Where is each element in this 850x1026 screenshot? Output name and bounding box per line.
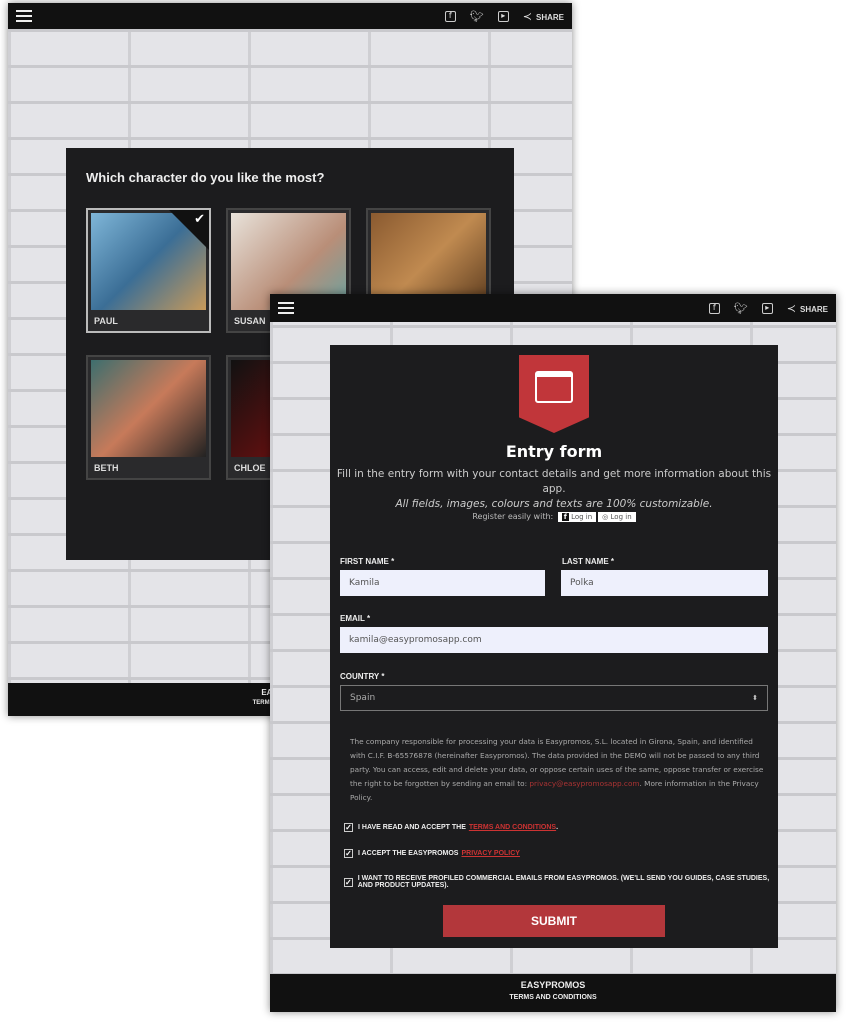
privacy-checkbox[interactable]: ✓ — [344, 849, 353, 858]
footer: EASYPROMOS TERMS AND CONDITIONS — [270, 974, 836, 1012]
first-name-input[interactable]: Kamila — [340, 570, 545, 596]
check-icon: ✔ — [194, 212, 205, 227]
instagram-login-button[interactable]: ◎ Log in — [598, 512, 636, 522]
menu-icon[interactable] — [16, 10, 32, 22]
entry-form-window: f 🐦︎ ▸ ≺ SHARE Entry form Fill in the ent… — [270, 294, 836, 1012]
form-subtitle: Fill in the entry form with your contact… — [330, 467, 778, 512]
instagram-icon: ◎ — [602, 513, 609, 521]
marketing-checkbox[interactable]: ✓ — [344, 877, 353, 887]
privacy-checkbox-row: ✓ I ACCEPT THE EASYPROMOS PRIVACY POLICY — [344, 849, 520, 858]
privacy-email-link[interactable]: privacy@easypromosapp.com — [529, 779, 639, 788]
facebook-icon[interactable]: f — [708, 302, 720, 314]
terms-checkbox[interactable]: ✓ — [344, 823, 353, 832]
form-title: Entry form — [505, 442, 603, 461]
email-label: EMAIL * — [340, 614, 371, 623]
country-select[interactable]: Spain ⬍ — [340, 685, 768, 711]
submit-button[interactable]: SUBMIT — [443, 905, 665, 937]
footer-brand: EASYPROMOS — [520, 980, 586, 990]
quiz-question: Which character do you like the most? — [86, 170, 325, 185]
subtitle-text: Fill in the entry form with your contact… — [336, 468, 772, 495]
youtube-icon[interactable]: ▸ — [761, 302, 773, 314]
character-name: CHLOE — [234, 463, 266, 473]
email-input[interactable]: kamila@easypromosapp.com — [340, 627, 768, 653]
last-name-value: Polka — [570, 578, 594, 588]
instagram-login-label: Log in — [610, 513, 632, 521]
character-photo — [91, 360, 206, 457]
checkbox-text: I WANT TO RECEIVE PROFILED COMMERCIAL EM… — [357, 875, 770, 889]
share-button[interactable]: ≺ SHARE — [787, 302, 828, 315]
menu-icon[interactable] — [278, 302, 294, 314]
checkbox-text: I ACCEPT THE EASYPROMOS — [358, 850, 459, 857]
top-bar: f 🐦︎ ▸ ≺ SHARE — [270, 294, 836, 322]
subtitle-italic: All fields, images, colours and texts ar… — [395, 498, 713, 510]
twitter-icon[interactable]: 🐦︎ — [734, 302, 748, 315]
footer-terms-link[interactable]: TERMS AND CONDITIONS — [270, 994, 836, 1001]
entry-form-panel: Entry form Fill in the entry form with y… — [330, 345, 778, 948]
legal-text: The company responsible for processing y… — [350, 735, 764, 805]
twitter-icon[interactable]: 🐦︎ — [470, 10, 484, 23]
country-label: COUNTRY * — [340, 672, 385, 681]
social-register: Register easily with: f Log in ◎ Log in — [330, 512, 778, 522]
youtube-icon[interactable]: ▸ — [497, 10, 509, 22]
facebook-login-label: Log in — [571, 513, 593, 521]
terms-link[interactable]: TERMS AND CONDITIONS — [469, 824, 556, 831]
calendar-icon — [535, 371, 573, 403]
privacy-policy-link[interactable]: PRIVACY POLICY — [461, 850, 519, 857]
share-button[interactable]: ≺ SHARE — [523, 10, 564, 23]
email-value: kamila@easypromosapp.com — [349, 635, 482, 645]
country-value: Spain — [350, 693, 376, 703]
register-label: Register easily with: — [472, 512, 554, 521]
character-name: PAUL — [94, 316, 118, 326]
facebook-login-button[interactable]: f Log in — [557, 512, 597, 522]
terms-checkbox-row: ✓ I HAVE READ AND ACCEPT THE TERMS AND CON… — [344, 823, 559, 832]
character-name: BETH — [94, 463, 119, 473]
first-name-value: Kamila — [349, 578, 380, 588]
facebook-icon[interactable]: f — [444, 10, 456, 22]
character-name: SUSAN — [234, 316, 266, 326]
character-card-beth[interactable]: BETH — [86, 355, 211, 480]
character-card-paul[interactable]: ✔ PAUL — [86, 208, 211, 333]
select-arrows-icon: ⬍ — [752, 694, 758, 702]
top-bar: f 🐦︎ ▸ ≺ SHARE — [8, 3, 572, 29]
marketing-checkbox-row: ✓ I WANT TO RECEIVE PROFILED COMMERCIAL E… — [344, 875, 778, 889]
first-name-label: FIRST NAME * — [340, 557, 395, 566]
share-icon: ≺ — [786, 301, 796, 315]
last-name-input[interactable]: Polka — [561, 570, 768, 596]
last-name-label: LAST NAME * — [562, 557, 614, 566]
share-icon: ≺ — [522, 9, 532, 23]
form-badge-icon — [519, 355, 589, 433]
checkbox-text: I HAVE READ AND ACCEPT THE — [358, 824, 466, 831]
